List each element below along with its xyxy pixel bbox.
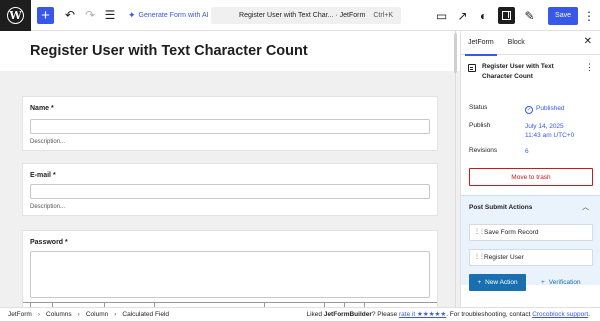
password-input[interactable] bbox=[30, 251, 430, 298]
wordpress-logo[interactable]: W bbox=[0, 0, 31, 31]
move-to-trash-button[interactable]: Move to trash bbox=[469, 168, 593, 186]
publish-date-text: July 14, 2025 bbox=[525, 123, 564, 130]
revisions-label: Revisions bbox=[469, 147, 498, 154]
note-brand: JetFormBuilder bbox=[323, 311, 372, 318]
sidebar-tabs: JetForm Block ✕ bbox=[461, 31, 600, 56]
breadcrumb-separator-icon: › bbox=[114, 311, 117, 318]
plus-icon: + bbox=[477, 279, 482, 286]
field-block-password[interactable]: Password * bbox=[22, 230, 438, 307]
verification-button[interactable]: + Verification bbox=[541, 274, 581, 291]
action-save-form-record[interactable]: ⋮⋮ Save Form Record bbox=[469, 224, 593, 241]
shortcut-hint: Ctrl+K bbox=[373, 12, 393, 19]
drag-handle-icon[interactable]: ⋮⋮ bbox=[474, 229, 485, 235]
status-text: Published bbox=[536, 105, 565, 112]
breadcrumb-separator-icon: › bbox=[37, 311, 41, 318]
redo-icon[interactable]: ↷ bbox=[80, 5, 100, 25]
revisions-value[interactable]: 6 bbox=[525, 147, 529, 156]
new-action-button[interactable]: + New Action bbox=[469, 274, 526, 291]
command-title: Register User with Text Char... · JetFor… bbox=[239, 12, 366, 19]
breadcrumb: JetForm › Columns › Column › Calculated … bbox=[0, 311, 169, 318]
new-action-label: New Action bbox=[485, 279, 518, 286]
action-label: Register User bbox=[484, 254, 524, 261]
field-label: Name * bbox=[30, 105, 54, 112]
status-label: Status bbox=[469, 104, 488, 111]
status-value[interactable]: ✓ Published bbox=[525, 104, 565, 114]
verification-label: Verification bbox=[548, 279, 581, 286]
block-breadcrumb-bar: JetForm › Columns › Column › Calculated … bbox=[0, 307, 600, 321]
toolbar-right: ▭ ↗ ◐ ✎ Save ⋮ bbox=[431, 0, 600, 31]
field-description: Description... bbox=[30, 204, 66, 210]
undo-icon[interactable]: ↶ bbox=[60, 5, 80, 25]
footer-note: Liked JetFormBuilder? Please rate it ★★★… bbox=[306, 310, 590, 318]
note-mid: ? Please bbox=[371, 311, 399, 318]
support-link[interactable]: Crocoblock support bbox=[532, 311, 588, 318]
desktop-preview-icon[interactable]: ▭ bbox=[431, 6, 452, 26]
rate-link[interactable]: rate it ★★★★★ bbox=[399, 311, 446, 318]
document-title: Register User with Text Character Count bbox=[482, 63, 554, 80]
note-end: . bbox=[588, 311, 590, 318]
field-block-email[interactable]: E-mail * Description... bbox=[22, 163, 438, 216]
field-block-name[interactable]: Name * Description... bbox=[22, 96, 438, 151]
editor-window: W + ↶ ↷ ☰ ✦ Generate Form with AI Regist… bbox=[0, 0, 600, 321]
chevron-up-icon[interactable]: ︿ bbox=[582, 202, 589, 212]
tab-jetform[interactable]: JetForm bbox=[461, 31, 501, 56]
field-description: Description... bbox=[30, 139, 66, 145]
plus-icon: + bbox=[541, 279, 545, 286]
settings-sidebar: JetForm Block ✕ Register User with Text … bbox=[460, 31, 600, 307]
save-button[interactable]: Save bbox=[548, 6, 578, 25]
breadcrumb-item[interactable]: Columns bbox=[46, 311, 72, 318]
email-input[interactable] bbox=[30, 184, 430, 199]
publish-time-text: 11:43 am UTC+0 bbox=[525, 132, 575, 139]
editor-canvas: Register User with Text Character Count … bbox=[0, 31, 460, 307]
external-link-icon[interactable]: ↗ bbox=[452, 6, 473, 26]
field-label: Password * bbox=[30, 239, 68, 246]
generate-ai-label: Generate Form with AI bbox=[138, 11, 209, 19]
editor-toolbar: W + ↶ ↷ ☰ ✦ Generate Form with AI Regist… bbox=[0, 0, 600, 31]
published-check-icon: ✓ bbox=[525, 106, 533, 114]
name-input[interactable] bbox=[30, 119, 430, 134]
note-suffix: . For troubleshooting, contact bbox=[446, 311, 533, 318]
more-vertical-icon[interactable]: ⋮ bbox=[578, 9, 600, 23]
brush-icon[interactable]: ✎ bbox=[519, 6, 540, 26]
document-icon bbox=[468, 64, 476, 72]
breadcrumb-item[interactable]: JetForm bbox=[8, 311, 32, 318]
sidebar-toggle-icon[interactable] bbox=[498, 7, 516, 24]
add-block-button[interactable]: + bbox=[37, 6, 54, 24]
title-area: Register User with Text Character Count bbox=[0, 31, 460, 71]
dark-mode-icon[interactable]: ◐ bbox=[473, 6, 494, 26]
note-prefix: Liked bbox=[306, 311, 324, 318]
document-summary: Register User with Text Character Count … bbox=[468, 62, 594, 82]
breadcrumb-separator-icon: › bbox=[77, 311, 80, 318]
wordpress-icon: W bbox=[7, 6, 24, 24]
psa-title[interactable]: Post Submit Actions bbox=[469, 204, 532, 211]
page-title[interactable]: Register User with Text Character Count bbox=[30, 43, 308, 59]
field-label: E-mail * bbox=[30, 172, 56, 179]
action-label: Save Form Record bbox=[484, 229, 539, 236]
close-icon[interactable]: ✕ bbox=[584, 36, 592, 47]
publish-label: Publish bbox=[469, 122, 491, 129]
action-register-user[interactable]: ⋮⋮ Register User bbox=[469, 249, 593, 266]
breadcrumb-item[interactable]: Column bbox=[86, 311, 108, 318]
generate-ai-button[interactable]: ✦ Generate Form with AI bbox=[128, 10, 209, 21]
list-view-icon[interactable]: ☰ bbox=[100, 5, 120, 25]
publish-date[interactable]: July 14, 2025 11:43 am UTC+0 bbox=[525, 122, 574, 140]
drag-handle-icon[interactable]: ⋮⋮ bbox=[474, 254, 485, 260]
canvas-scroll-thumb[interactable] bbox=[454, 33, 457, 73]
sparkle-icon: ✦ bbox=[128, 9, 136, 20]
command-palette[interactable]: Register User with Text Char... · JetFor… bbox=[211, 7, 401, 24]
post-submit-actions-panel: Post Submit Actions ︿ ⋮⋮ Save Form Recor… bbox=[461, 195, 600, 291]
document-actions-icon[interactable]: ⋮ bbox=[585, 62, 594, 82]
breadcrumb-item[interactable]: Calculated Field bbox=[122, 311, 169, 318]
tab-block[interactable]: Block bbox=[501, 31, 532, 55]
